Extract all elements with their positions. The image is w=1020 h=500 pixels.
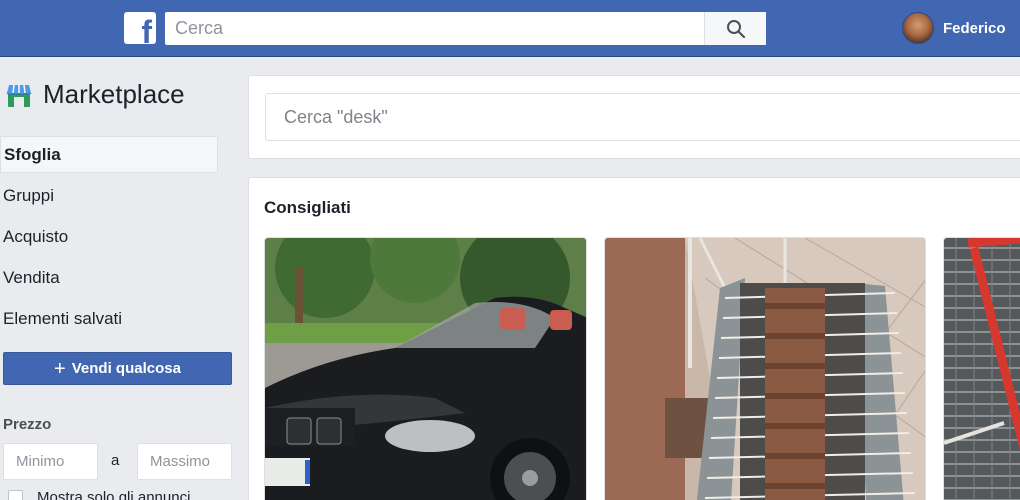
facebook-logo-icon[interactable]: f — [124, 12, 156, 44]
sidebar-item-elementi-salvati[interactable]: Elementi salvati — [0, 300, 218, 337]
price-filter-label: Prezzo — [3, 416, 52, 433]
top-navigation-bar: f Federico — [0, 0, 1020, 57]
listing-photo-skewers — [605, 238, 925, 500]
sidebar-item-acquisto[interactable]: Acquisto — [0, 218, 218, 255]
sidebar-item-gruppi[interactable]: Gruppi — [0, 177, 218, 214]
sidebar-item-sfoglia[interactable]: Sfoglia — [0, 136, 218, 173]
sidebar-item-vendita[interactable]: Vendita — [0, 259, 218, 296]
price-range-separator: a — [111, 452, 120, 469]
only-listings-option[interactable]: Mostra solo gli annunci — [8, 489, 190, 500]
listing-photo-red-frame — [944, 238, 1020, 500]
marketplace-search-card — [248, 75, 1020, 159]
marketplace-search-input[interactable] — [265, 93, 1020, 141]
listing-card[interactable] — [604, 237, 926, 500]
listing-photo-car — [265, 238, 586, 500]
price-max-input[interactable] — [137, 443, 232, 480]
avatar — [902, 12, 934, 44]
global-search-box — [165, 12, 766, 45]
global-search-input[interactable] — [165, 12, 703, 45]
user-name: Federico — [943, 19, 1006, 37]
only-listings-checkbox[interactable] — [8, 490, 23, 500]
plus-icon: + — [54, 357, 66, 380]
listing-card[interactable] — [264, 237, 587, 500]
marketplace-shop-icon — [6, 84, 32, 107]
facebook-logo-letter: f — [141, 14, 152, 44]
section-title: Consigliati — [264, 198, 351, 217]
user-profile-link[interactable]: Federico — [902, 12, 1006, 44]
marketplace-title: Marketplace — [43, 79, 185, 109]
recommended-section: Consigliati — [248, 177, 1020, 500]
price-min-input[interactable] — [3, 443, 98, 480]
search-icon — [726, 19, 745, 38]
only-listings-label: Mostra solo gli annunci — [37, 489, 191, 500]
sell-something-button[interactable]: + Vendi qualcosa — [3, 352, 232, 385]
marketplace-header[interactable]: Marketplace — [5, 79, 185, 110]
global-search-button[interactable] — [704, 12, 766, 45]
sell-button-label: Vendi qualcosa — [71, 360, 181, 377]
listing-card[interactable] — [943, 237, 1020, 500]
sidebar: Marketplace Sfoglia Gruppi Acquisto Vend… — [0, 57, 236, 500]
